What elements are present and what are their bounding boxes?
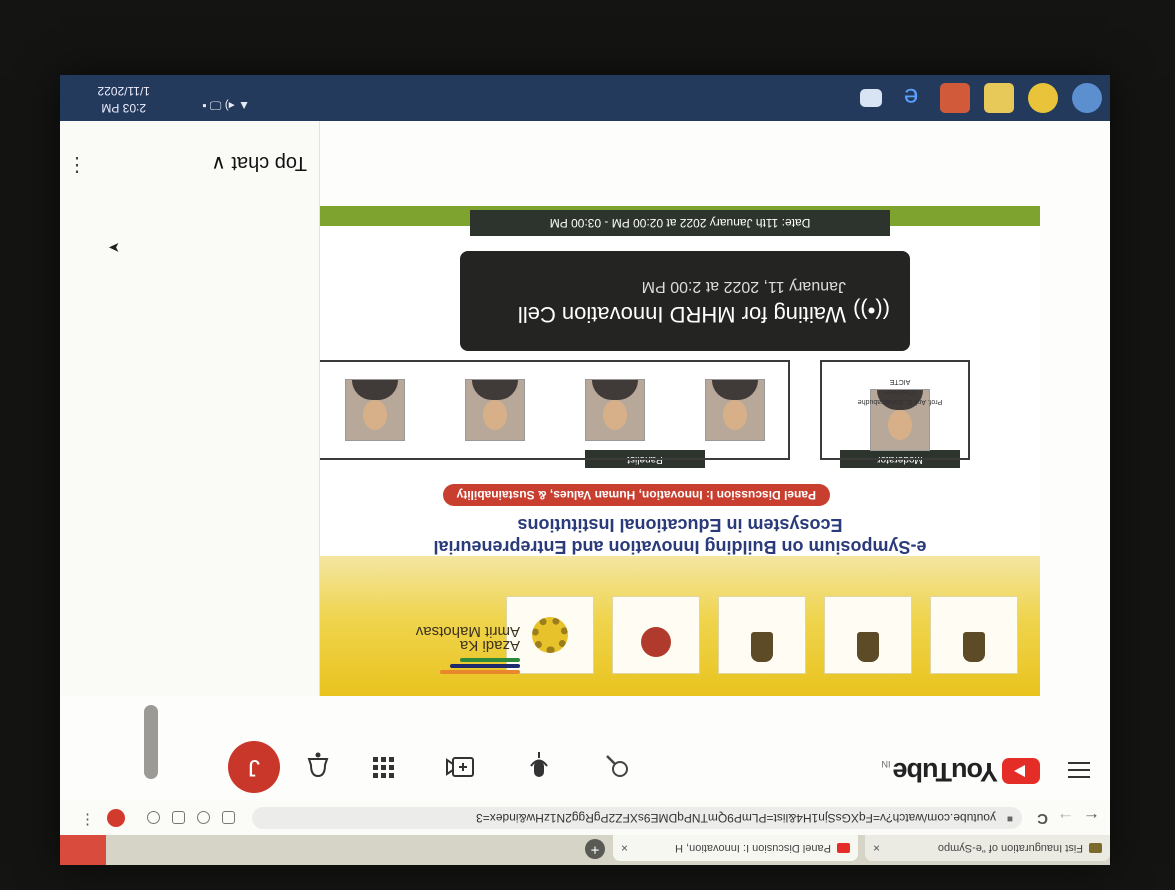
- tab-favicon-icon: [1089, 843, 1102, 853]
- search-icon[interactable]: [604, 747, 630, 779]
- chat-mode-label: Top chat: [231, 152, 307, 174]
- panel-discussion-pill: Panel Discussion I: Innovation, Human Va…: [442, 484, 830, 506]
- country-code: IN: [881, 759, 891, 769]
- browser-profile-avatar[interactable]: [107, 809, 125, 827]
- ministry-emblem-logo: [718, 596, 806, 674]
- scrollbar[interactable]: [144, 705, 158, 779]
- zoom-icon[interactable]: [197, 811, 210, 824]
- url-field[interactable]: ■ youtube.com/watch?v=FqXGsSjn1H4&list=P…: [252, 807, 1022, 829]
- chrome-app-icon[interactable]: [1028, 83, 1058, 113]
- browser-menu-button[interactable]: ⋮: [80, 811, 95, 829]
- share-icon[interactable]: [222, 811, 235, 824]
- tab-title: Panel Discusion I: Innovation, H: [675, 842, 831, 854]
- tab-close-icon[interactable]: ×: [621, 841, 628, 855]
- file-explorer-icon[interactable]: [984, 83, 1014, 113]
- azadi-ka-amrit-mahotsav-logo: Azadi Ka Amrit Mahotsav: [415, 623, 520, 676]
- bookmark-star-icon[interactable]: [147, 811, 160, 824]
- ashoka-emblem-icon: [963, 632, 985, 662]
- start-button-icon[interactable]: [1072, 83, 1102, 113]
- media-player-icon[interactable]: [940, 83, 970, 113]
- window-app-icon[interactable]: [860, 89, 882, 107]
- ashoka-emblem-icon: [751, 632, 773, 662]
- tab-close-icon[interactable]: ×: [873, 841, 880, 855]
- tab-inauguration[interactable]: Fist Inauguration of "e-Sympo ×: [865, 835, 1110, 861]
- mic-icon[interactable]: [528, 745, 550, 779]
- panelist-photo: [465, 379, 525, 441]
- window-close-button[interactable]: [60, 835, 106, 865]
- waiting-title: Waiting for MHRD Innovation Cell: [517, 302, 846, 327]
- panelist-photo: [345, 379, 405, 441]
- reload-button[interactable]: C: [1037, 810, 1048, 827]
- clock-time: 2:03 PM: [101, 101, 147, 115]
- back-button[interactable]: ←: [1083, 808, 1100, 828]
- youtube-play-icon: [1002, 758, 1040, 785]
- account-avatar[interactable]: J: [228, 741, 280, 793]
- moderator-name: Prof. Anil D. Sahasrabudhe: [857, 398, 943, 405]
- browser-tab-bar: Fist Inauguration of "e-Sympo × Panel Di…: [60, 835, 1110, 865]
- ministry-emblem-logo: [824, 596, 912, 674]
- apps-grid-icon[interactable]: [371, 749, 395, 779]
- forward-button[interactable]: →: [1057, 808, 1074, 828]
- youtube-favicon-icon: [837, 843, 850, 853]
- banner-header-strip: Azadi Ka Amrit Mahotsav: [320, 556, 1040, 696]
- url-text: youtube.com/watch?v=FqXGsSjn1H4&list=PLm…: [476, 811, 996, 825]
- extension-icon[interactable]: [172, 811, 185, 824]
- symposium-title: e-Symposium on Building Innovation and E…: [360, 514, 1000, 558]
- internet-explorer-icon[interactable]: e: [896, 83, 926, 113]
- moderator-org: AICTE: [889, 378, 911, 385]
- windows-taskbar: e ▲ ◂) 🖵 ▪ 2:03 PM 1/11/2022: [60, 75, 1110, 121]
- create-video-icon[interactable]: [445, 749, 475, 779]
- live-broadcast-icon: ((•)): [852, 298, 890, 323]
- innovation-cell-logo: [612, 596, 700, 674]
- ashoka-emblem-icon: [857, 632, 879, 662]
- premiere-waiting-card: ((•)) Waiting for MHRD Innovation Cell J…: [460, 251, 910, 351]
- moderator-role: Chairman: [884, 388, 916, 395]
- symposium-title-line-1: e-Symposium on Building Innovation and E…: [433, 537, 927, 557]
- moderator-caption: Prof. Anil D. Sahasrabudhe Chairman AICT…: [835, 376, 965, 406]
- innovation-bulb-icon: [641, 627, 671, 657]
- azadi-line-1: Azadi Ka: [459, 637, 520, 654]
- mouse-pointer-icon: ➤: [108, 240, 120, 256]
- monitor-screen: Fist Inauguration of "e-Sympo × Panel Di…: [60, 75, 1110, 865]
- panelist-photo: [705, 379, 765, 441]
- hamburger-icon[interactable]: [1068, 757, 1090, 783]
- notifications-bell-icon[interactable]: [306, 745, 330, 779]
- ministry-emblem-logo: [930, 596, 1018, 674]
- video-player-thumbnail[interactable]: Azadi Ka Amrit Mahotsav e-Symposium on B…: [310, 206, 1040, 696]
- chat-menu-button[interactable]: ⋮: [67, 153, 87, 178]
- azadi-line-2: Amrit Mahotsav: [415, 623, 520, 640]
- clock-date: 1/11/2022: [97, 84, 151, 98]
- lock-icon: ■: [1006, 813, 1013, 824]
- tab-panel-discussion[interactable]: Panel Discusion I: Innovation, H ×: [613, 835, 858, 861]
- chat-mode-selector[interactable]: Top chat ∨: [211, 151, 307, 176]
- youtube-page: YouTube IN J Azadi Ka Amrit Mahotsav e-S…: [60, 121, 1110, 801]
- new-tab-button[interactable]: +: [585, 839, 605, 859]
- youtube-logo[interactable]: YouTube IN: [882, 756, 1040, 787]
- taskbar-clock[interactable]: 2:03 PM 1/11/2022: [98, 82, 151, 116]
- aicte-gear-icon: [532, 617, 568, 653]
- event-date-strip: Date: 11th January 2022 at 02:00 PM - 03…: [470, 210, 890, 236]
- photo-of-monitor: { "browser": { "tabs": [ {"title": "Fist…: [0, 0, 1175, 890]
- chevron-down-icon: ∨: [211, 152, 226, 174]
- tricolor-swoosh-icon: [430, 656, 520, 676]
- tab-title: Fist Inauguration of "e-Sympo: [937, 842, 1083, 854]
- live-chat-panel: Top chat ∨ ⋮: [60, 121, 320, 696]
- youtube-wordmark: YouTube: [893, 757, 998, 787]
- system-tray[interactable]: ▲ ◂) 🖵 ▪: [202, 98, 250, 113]
- scheduled-time: January 11, 2022 at 2:00 PM: [641, 278, 846, 295]
- address-bar-row: ← → C ■ youtube.com/watch?v=FqXGsSjn1H4&…: [60, 800, 1110, 835]
- panelist-photo: [585, 379, 645, 441]
- symposium-title-line-2: Ecosystem in Educational Institutions: [517, 515, 843, 535]
